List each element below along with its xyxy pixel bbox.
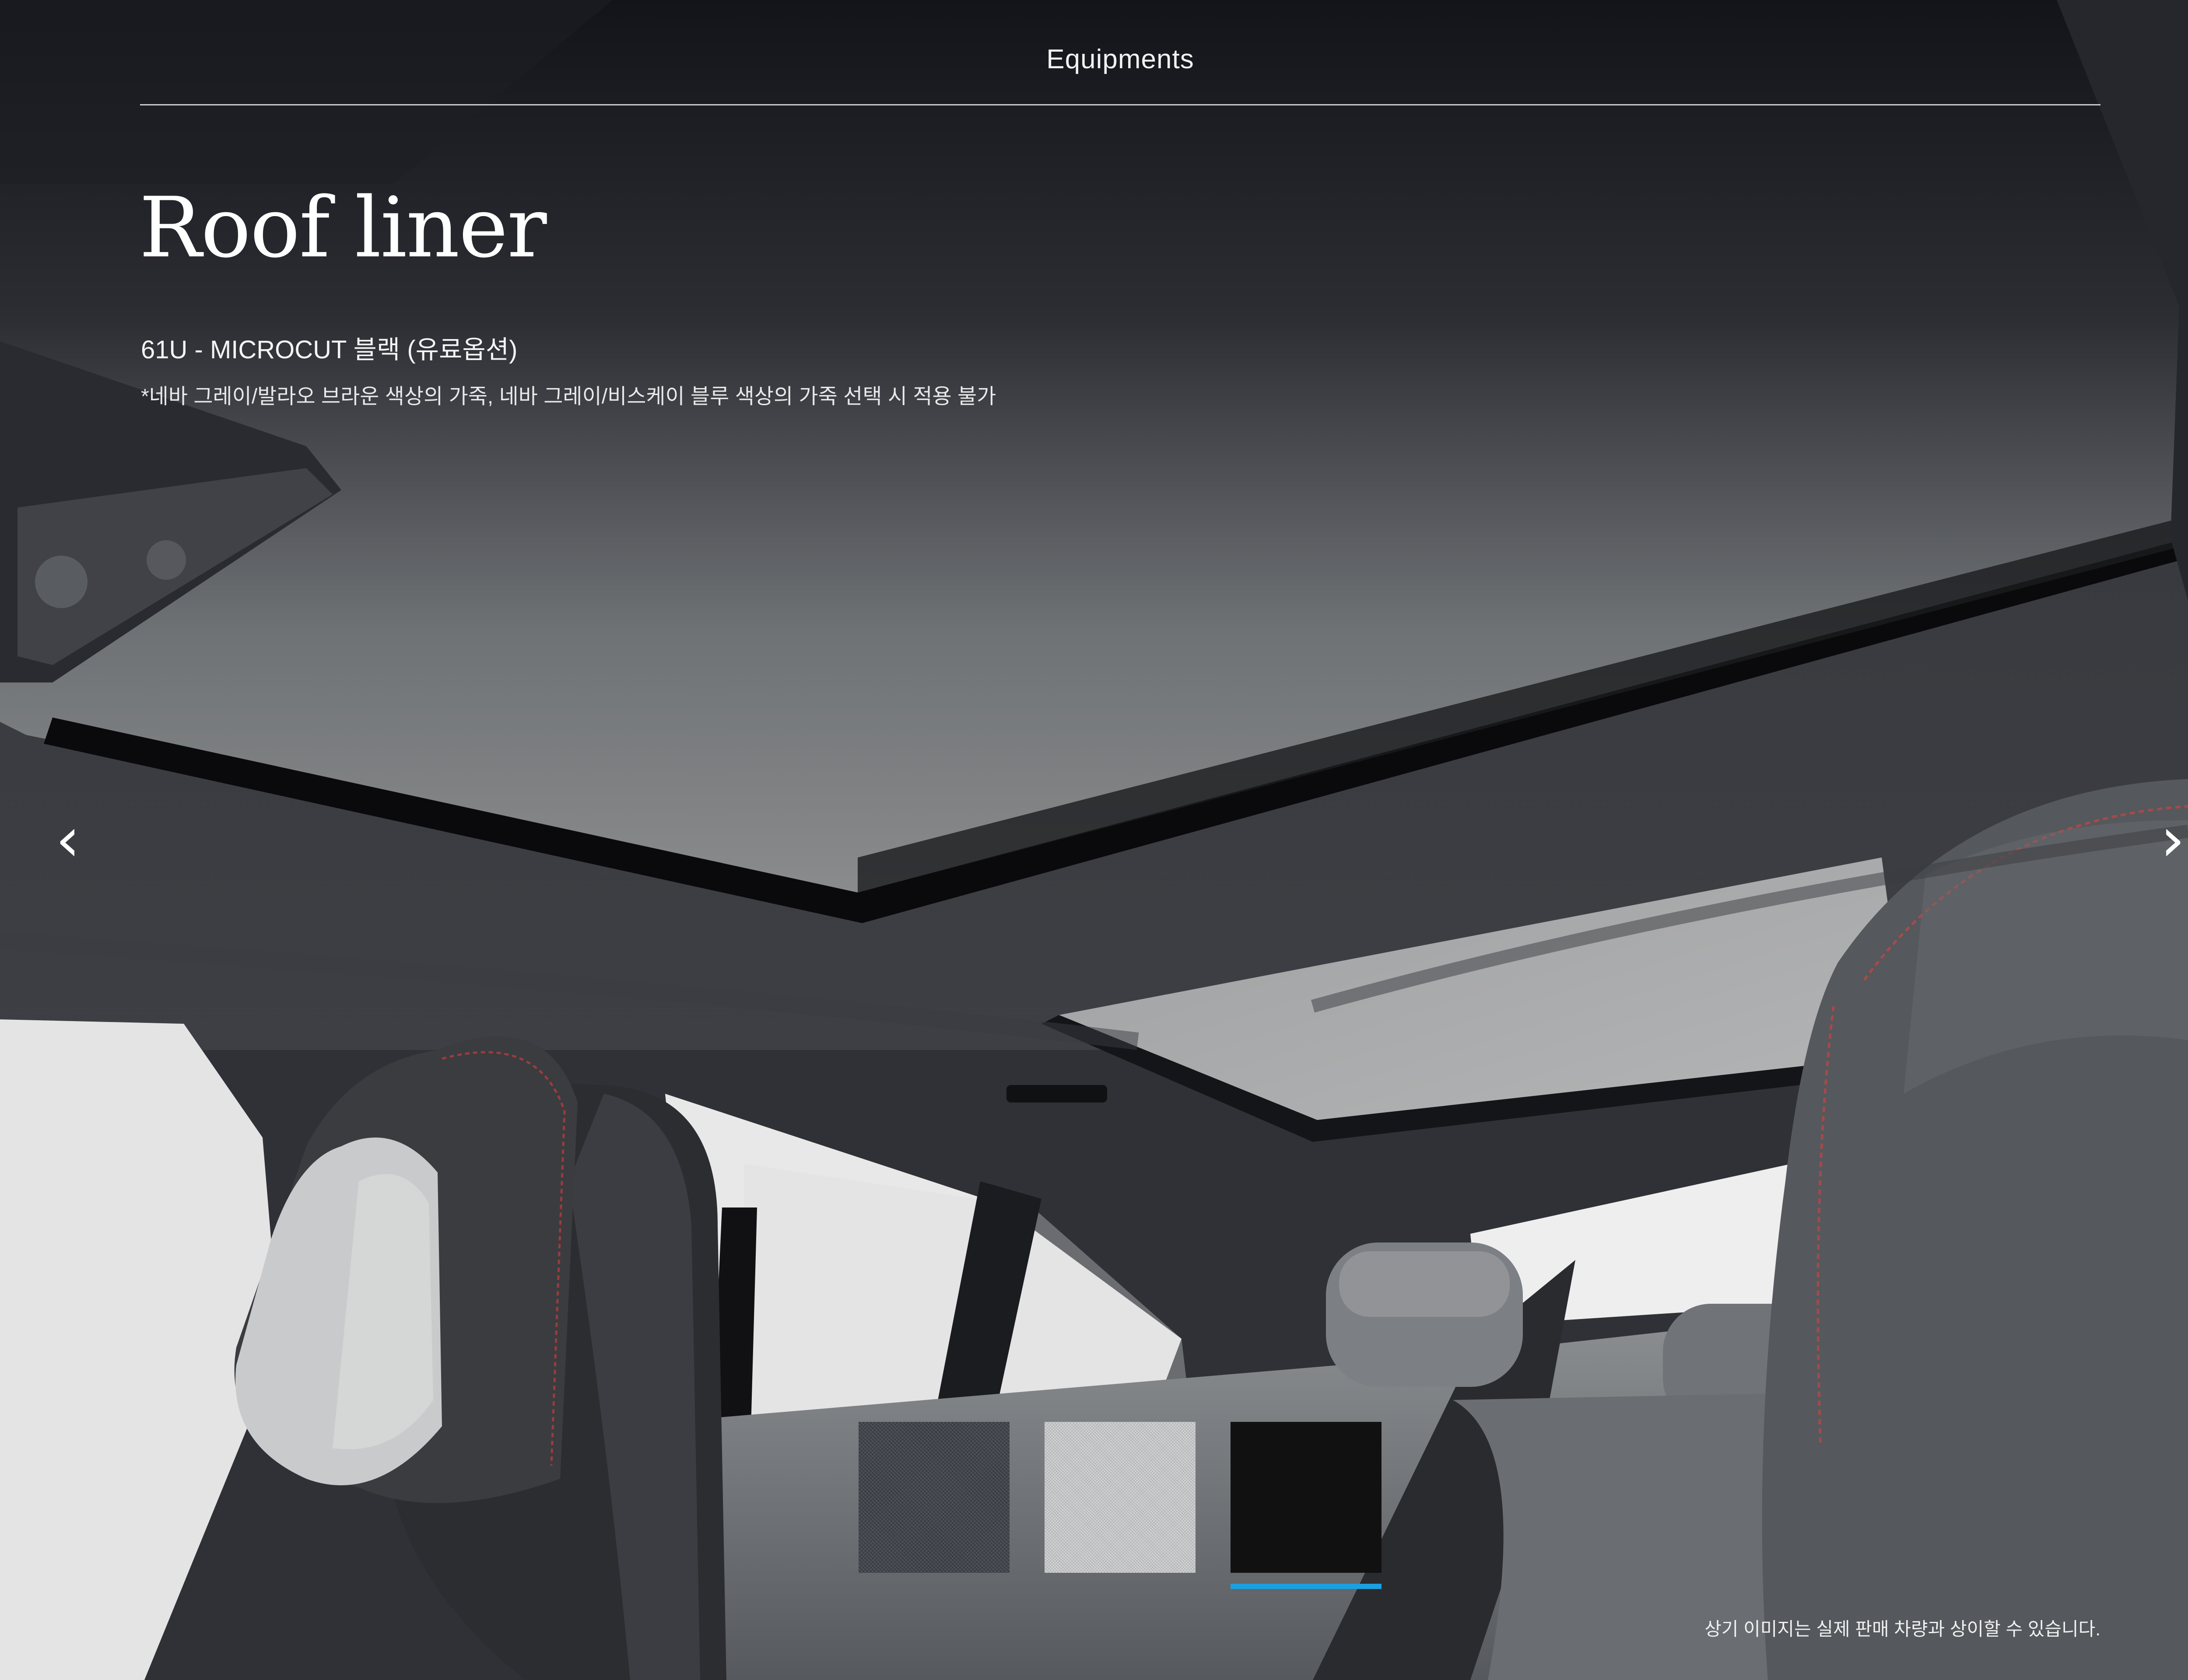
swatch-selector: [859, 1422, 1384, 1597]
next-slide-button[interactable]: ›: [2149, 809, 2188, 871]
selected-indicator: [1231, 1584, 1382, 1589]
swatch-dark-grey-fabric[interactable]: [859, 1422, 1010, 1573]
swatch-light-grey-fabric[interactable]: [1045, 1422, 1196, 1573]
swatch-fill: [1045, 1422, 1196, 1573]
page-title: Roof liner: [139, 179, 547, 276]
slide: Equipments Roof liner 61U - MICROCUT 블랙 …: [0, 0, 2188, 1680]
swatch-fill: [1231, 1422, 1382, 1573]
swatch-fill: [859, 1422, 1010, 1573]
option-note: *네바 그레이/발라오 브라운 색상의 가죽, 네바 그레이/비스케이 블루 색…: [141, 385, 996, 408]
section-header-title: Equipments: [1046, 44, 1194, 74]
swatch-black-microcut[interactable]: [1231, 1422, 1382, 1589]
chevron-left-icon: ‹: [56, 804, 80, 875]
image-disclaimer: 상기 이미지는 실제 판매 차량과 상이할 수 있습니다.: [1704, 1619, 2100, 1639]
chevron-right-icon: ›: [2160, 804, 2185, 875]
option-code-label: 61U - MICROCUT 블랙 (유료옵션): [141, 336, 518, 364]
header-divider: [140, 104, 2100, 105]
previous-slide-button[interactable]: ‹: [44, 809, 92, 871]
